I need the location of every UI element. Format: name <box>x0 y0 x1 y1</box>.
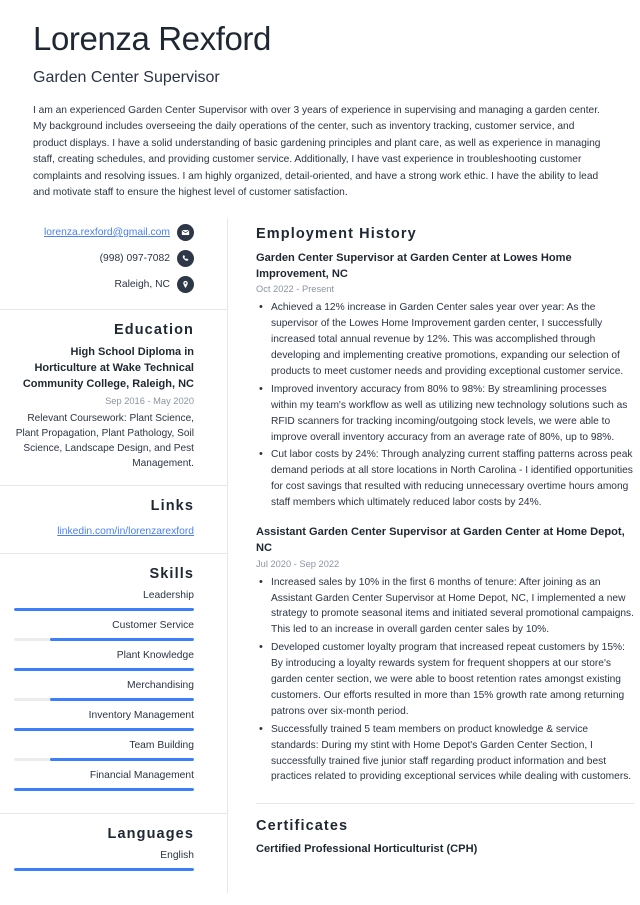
skill-bar <box>14 638 194 642</box>
employment-history-heading: Employment History <box>256 225 417 242</box>
phone-text: (998) 097-7082 <box>99 252 170 264</box>
language-label: English <box>160 849 194 861</box>
skill-label: Merchandising <box>127 679 194 691</box>
skill-bar-fill <box>50 757 194 761</box>
job-bullet: Cut labor costs by 24%: Through analyzin… <box>256 446 634 511</box>
links-heading: Links <box>150 498 194 515</box>
skill-bar-fill <box>14 667 194 671</box>
skill-item: Leadership <box>14 589 194 612</box>
certificates-heading: Certificates <box>256 818 349 835</box>
skill-bar <box>14 787 194 791</box>
skill-bar <box>14 697 194 701</box>
job-bullet: Increased sales by 10% in the first 6 mo… <box>256 574 634 639</box>
phone-icon <box>177 249 194 267</box>
language-bar <box>14 867 194 871</box>
education-degree: High School Diploma in Horticulture at W… <box>22 345 194 390</box>
envelope-icon <box>177 223 194 241</box>
skills-block: Skills Leadership Customer Service Plant… <box>0 554 227 814</box>
job-title: Assistant Garden Center Supervisor at Ga… <box>256 526 625 554</box>
skill-bar <box>14 757 194 761</box>
link-item[interactable]: linkedin.com/in/lorenzarexford <box>57 526 194 537</box>
job-bullet: Successfully trained 5 team members on p… <box>256 721 634 786</box>
certificate-item: Certified Professional Horticulturist (C… <box>256 843 478 856</box>
skill-item: Financial Management <box>14 769 194 791</box>
main-column: Employment History Garden Center Supervi… <box>228 218 640 893</box>
contact-block: lorenza.rexford@gmail.com (998) 097-7082… <box>0 218 227 310</box>
education-heading: Education <box>114 321 194 338</box>
skill-label: Financial Management <box>89 769 194 781</box>
job-bullets: Increased sales by 10% in the first 6 mo… <box>256 574 634 786</box>
job-bullet: Developed customer loyalty program that … <box>256 639 634 720</box>
contact-location-row: Raleigh, NC <box>14 275 194 293</box>
education-description: Relevant Coursework: Plant Science, Plan… <box>15 412 194 470</box>
job-date: Oct 2022 - Present <box>256 284 335 295</box>
certificates-block: Certificates Certified Professional Hort… <box>256 818 634 871</box>
headline-job-title: Garden Center Supervisor <box>33 68 220 86</box>
sidebar: lorenza.rexford@gmail.com (998) 097-7082… <box>0 217 228 893</box>
page-title: Lorenza Rexford <box>33 20 271 57</box>
skills-heading: Skills <box>149 566 194 583</box>
job-title: Garden Center Supervisor at Garden Cente… <box>256 251 572 280</box>
skill-label: Plant Knowledge <box>116 650 194 662</box>
skill-item: Plant Knowledge <box>14 649 194 671</box>
skill-bar-fill <box>14 727 194 731</box>
skill-bar-fill <box>50 697 194 701</box>
skill-item: Inventory Management <box>14 709 194 731</box>
languages-block: Languages English <box>0 814 227 893</box>
resume-columns: lorenza.rexford@gmail.com (998) 097-7082… <box>0 217 640 893</box>
job-date: Jul 2020 - Sep 2022 <box>256 558 340 569</box>
job-entry: Assistant Garden Center Supervisor at Ga… <box>256 525 634 785</box>
skill-bar-fill <box>14 787 194 791</box>
skill-item: Merchandising <box>14 679 194 701</box>
skill-bar <box>14 727 194 731</box>
resume-page: Lorenza Rexford Garden Center Supervisor… <box>0 0 640 905</box>
languages-heading: Languages <box>107 825 194 842</box>
skill-label: Customer Service <box>112 620 194 632</box>
contact-phone-row: (998) 097-7082 <box>14 249 194 267</box>
links-block: Links linkedin.com/in/lorenzarexford <box>0 486 227 555</box>
education-block: Education High School Diploma in Horticu… <box>0 310 227 487</box>
language-item: English <box>14 849 194 871</box>
job-entry: Garden Center Supervisor at Garden Cente… <box>256 251 634 511</box>
contact-email-row[interactable]: lorenza.rexford@gmail.com <box>14 223 194 241</box>
language-bar-fill <box>14 867 194 871</box>
location-text: Raleigh, NC <box>114 278 170 290</box>
skill-label: Inventory Management <box>88 709 194 721</box>
skill-bar-fill <box>14 608 194 612</box>
skill-bar <box>14 608 194 612</box>
job-bullets: Achieved a 12% increase in Garden Center… <box>256 299 634 511</box>
skill-item: Team Building <box>14 739 194 761</box>
education-date: Sep 2016 - May 2020 <box>105 395 194 406</box>
resume-header: Lorenza Rexford Garden Center Supervisor… <box>0 0 640 202</box>
professional-summary: I am an experienced Garden Center Superv… <box>33 104 601 199</box>
skill-bar-fill <box>50 638 194 642</box>
skill-item: Customer Service <box>14 619 194 642</box>
skill-bar <box>14 667 194 671</box>
email-link[interactable]: lorenza.rexford@gmail.com <box>44 227 170 238</box>
job-bullet: Improved inventory accuracy from 80% to … <box>256 381 634 446</box>
employment-history-block: Employment History Garden Center Supervi… <box>256 226 634 805</box>
job-bullet: Achieved a 12% increase in Garden Center… <box>256 299 634 380</box>
location-pin-icon <box>177 275 194 293</box>
skill-label: Leadership <box>143 590 194 602</box>
skill-label: Team Building <box>129 739 194 751</box>
